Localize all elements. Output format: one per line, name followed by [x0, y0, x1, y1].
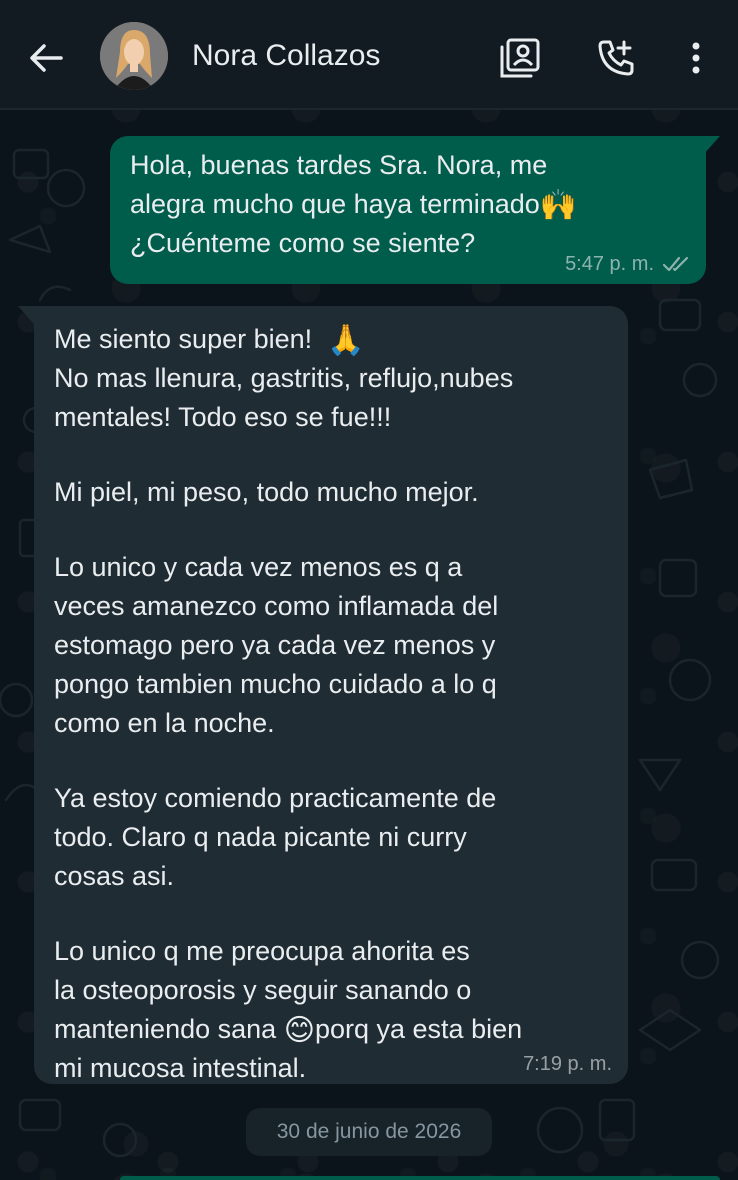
date-separator: 30 de junio de 2026 [246, 1108, 492, 1156]
message-line: estomago pero ya cada vez menos y [54, 630, 496, 660]
message-meta: 7:19 p. m. [523, 1052, 612, 1076]
message-line: Ya estoy comiendo practicamente de [54, 783, 497, 813]
message-line: pongo tambien mucho cuidado a lo q [54, 669, 497, 699]
back-arrow-icon [30, 44, 63, 72]
add-call-button[interactable] [592, 34, 640, 82]
message-line: Me siento super bien! [54, 324, 313, 354]
message-line: la osteoporosis y seguir sanando o [54, 975, 472, 1005]
message-line-with-emoji: Me siento super bien! 🙏 [54, 320, 606, 359]
message-line: Lo unico q me preocupa ahorita es [54, 936, 470, 966]
message-line: todo. Claro q nada picante ni curry [54, 822, 467, 852]
message-meta: 5:47 p. m. [565, 252, 690, 276]
read-receipt-icon [662, 256, 689, 272]
raising-hands-emoji: 🙌 [539, 188, 578, 222]
more-vertical-icon [692, 42, 700, 74]
back-button[interactable] [18, 34, 74, 82]
outgoing-bubble-tail [704, 136, 720, 154]
message-line: manteniendo sana [54, 1014, 277, 1044]
message-time: 5:47 p. m. [565, 253, 654, 275]
contact-avatar[interactable] [100, 22, 168, 90]
add-call-icon [598, 40, 634, 76]
message-line: Lo unico y cada vez menos es q a [54, 552, 463, 582]
next-outgoing-bubble-edge [120, 1176, 720, 1180]
contact-card-button[interactable] [496, 34, 544, 82]
smiling-face-emoji: 😊 [283, 1013, 315, 1047]
message-line: Mi piel, mi peso, todo mucho mejor. [54, 477, 479, 507]
message-line: como en la noche. [54, 708, 275, 738]
message-line: Hola, buenas tardes Sra. Nora, me [130, 150, 548, 180]
message-time: 7:19 p. m. [523, 1053, 612, 1075]
folded-hands-emoji: 🙏 [327, 323, 365, 357]
more-options-button[interactable] [672, 34, 720, 82]
message-line-with-emoji: manteniendo sana 😊porq ya esta bien [54, 1010, 606, 1049]
message-line: cosas asi. [54, 861, 175, 891]
avatar-image [100, 22, 168, 90]
message-line: alegra mucho que haya terminado [130, 189, 540, 219]
incoming-bubble-tail [18, 306, 34, 324]
chat-header: Nora Collazos [0, 0, 738, 110]
message-line: veces amanezco como inflamada del [54, 591, 499, 621]
message-line: mentales! Todo eso se fue!!! [54, 402, 392, 432]
incoming-message[interactable]: Me siento super bien! 🙏 No mas llenura, … [34, 306, 628, 1084]
message-line-with-emoji: alegra mucho que haya terminado🙌 [130, 185, 686, 224]
contact-name[interactable]: Nora Collazos [192, 36, 380, 76]
message-line: No mas llenura, gastritis, reflujo,nubes [54, 363, 514, 393]
outgoing-message[interactable]: Hola, buenas tardes Sra. Nora, me alegra… [110, 136, 706, 284]
message-line: porq ya esta bien [314, 1014, 523, 1044]
contact-card-icon [500, 38, 540, 78]
